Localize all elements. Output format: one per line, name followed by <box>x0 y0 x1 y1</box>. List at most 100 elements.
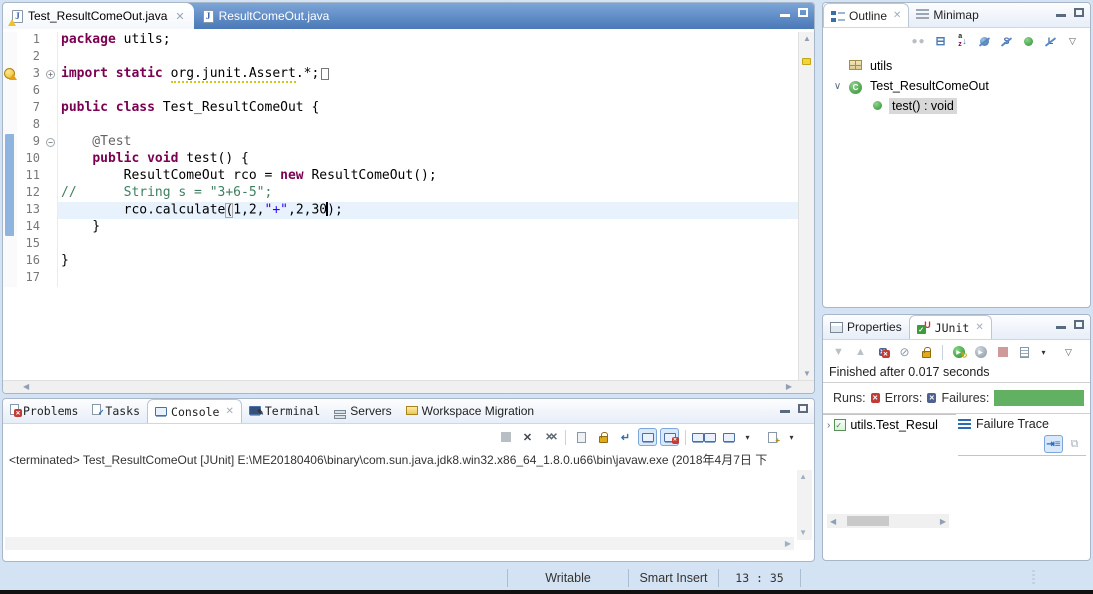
code-line[interactable]: 3 + import static org.junit.Assert.*; <box>3 66 814 83</box>
close-icon[interactable]: ✕ <box>975 322 983 333</box>
scroll-right-icon[interactable]: ▶ <box>785 539 791 548</box>
line-number[interactable]: 13 <box>17 202 44 219</box>
code-text[interactable]: @Test <box>58 134 814 151</box>
editor-margin[interactable] <box>3 253 17 270</box>
clear-console-icon[interactable] <box>572 428 591 446</box>
line-number[interactable]: 6 <box>17 83 44 100</box>
scroll-up-icon[interactable]: ▲ <box>799 472 807 481</box>
rerun-test-icon[interactable]: ▶ ↻ <box>949 343 968 361</box>
line-number[interactable]: 1 <box>17 32 44 49</box>
code-text[interactable] <box>58 236 814 253</box>
sort-icon[interactable]: a z ↓ <box>953 32 972 50</box>
console-vertical-scrollbar[interactable]: ▲ ▼ <box>797 470 812 540</box>
show-stdout-icon[interactable] <box>638 428 657 446</box>
scroll-down-icon[interactable]: ▼ <box>799 528 807 537</box>
chevron-right-icon[interactable]: › <box>827 420 830 431</box>
fold-column[interactable] <box>44 32 58 49</box>
editor-margin[interactable] <box>3 134 17 151</box>
code-text[interactable]: } <box>58 253 814 270</box>
editor-margin[interactable] <box>3 219 17 236</box>
code-line[interactable]: 17 <box>3 270 814 287</box>
minimize-icon[interactable] <box>780 410 790 413</box>
line-number[interactable]: 12 <box>17 185 44 202</box>
code-text[interactable]: package utils; <box>58 32 814 49</box>
test-suite-row[interactable]: › ✓ utils.Test_Resul <box>827 418 956 432</box>
scrollbar-thumb[interactable] <box>847 516 890 526</box>
minimize-icon[interactable] <box>1056 326 1066 329</box>
line-number[interactable]: 2 <box>17 49 44 66</box>
previous-failed-test-icon[interactable]: ▲ <box>851 343 870 361</box>
code-line[interactable]: 7 public class Test_ResultComeOut { <box>3 100 814 117</box>
editor-margin[interactable] <box>3 117 17 134</box>
code-line[interactable]: 8 <box>3 117 814 134</box>
tab-console[interactable]: Console ✕ <box>147 399 242 423</box>
chevron-down-icon[interactable]: ∨ <box>831 81 844 92</box>
editor-margin[interactable] <box>3 49 17 66</box>
minimize-icon[interactable] <box>1056 14 1066 17</box>
code-text[interactable]: ResultComeOut rco = new ResultComeOut(); <box>58 168 814 185</box>
quickfix-warning-icon[interactable] <box>4 68 17 80</box>
test-run-history-icon[interactable] <box>1015 343 1034 361</box>
menu-arrow-icon[interactable]: ▾ <box>785 428 804 446</box>
editor-margin[interactable] <box>3 100 17 117</box>
line-number[interactable]: 10 <box>17 151 44 168</box>
scroll-left-icon[interactable]: ◀ <box>23 382 29 391</box>
line-number[interactable]: 11 <box>17 168 44 185</box>
tab-minimap[interactable]: Minimap <box>909 3 985 27</box>
maximize-icon[interactable] <box>1074 8 1084 17</box>
minimize-icon[interactable] <box>780 14 790 17</box>
editor-margin[interactable] <box>3 32 17 49</box>
collapse-all-icon[interactable]: ⊟ <box>931 32 950 50</box>
hide-fields-icon[interactable] <box>975 32 994 50</box>
tab-problems[interactable]: ✕ Problems <box>3 399 85 423</box>
line-number[interactable]: 14 <box>17 219 44 236</box>
hide-non-public-icon[interactable] <box>1019 32 1038 50</box>
code-line[interactable]: 2 <box>3 49 814 66</box>
remove-launch-icon[interactable]: ✕ <box>518 428 537 446</box>
code-line[interactable]: 1 package utils; <box>3 32 814 49</box>
scroll-lock-icon[interactable] <box>917 343 936 361</box>
maximize-icon[interactable] <box>798 8 808 17</box>
code-text[interactable]: public void test() { <box>58 151 814 168</box>
code-text[interactable]: import static org.junit.Assert.*; <box>58 66 814 83</box>
code-line[interactable]: 6 <box>3 83 814 100</box>
close-icon[interactable]: ✕ <box>175 10 184 23</box>
scroll-lock-icon[interactable] <box>594 428 613 446</box>
folded-region-icon[interactable] <box>321 67 330 80</box>
fold-expand-icon[interactable]: + <box>46 70 55 79</box>
code-line[interactable]: 12 // String s = "3+6-5"; <box>3 185 814 202</box>
resize-grip[interactable] <box>1032 570 1035 585</box>
tab-workspace-migration[interactable]: Workspace Migration <box>399 399 542 423</box>
close-icon[interactable]: ✕ <box>893 10 901 21</box>
code-text[interactable] <box>58 83 814 100</box>
rerun-failed-first-icon[interactable]: ▶ <box>971 343 990 361</box>
fold-column[interactable] <box>44 83 58 100</box>
fold-column[interactable] <box>44 151 58 168</box>
tab-servers[interactable]: Servers <box>327 399 398 423</box>
line-number[interactable]: 3 <box>17 66 44 83</box>
fold-column[interactable] <box>44 49 58 66</box>
code-line[interactable]: 15 <box>3 236 814 253</box>
fold-column[interactable] <box>44 253 58 270</box>
editor-tab-test-resultcomeout[interactable]: J Test_ResultComeOut.java ✕ <box>3 3 194 29</box>
open-console-icon[interactable]: + <box>763 428 782 446</box>
line-number[interactable]: 9 <box>17 134 44 151</box>
line-number[interactable]: 8 <box>17 117 44 134</box>
code-text[interactable]: rco.calculate(1,2,"+",2,30); <box>58 202 814 219</box>
line-number[interactable]: 7 <box>17 100 44 117</box>
warning-marker[interactable] <box>802 58 811 65</box>
remove-all-launches-icon[interactable]: ✕✕ <box>540 428 559 446</box>
code-line[interactable]: 16} <box>3 253 814 270</box>
maximize-icon[interactable] <box>798 404 808 413</box>
next-failed-test-icon[interactable]: ▼ <box>829 343 848 361</box>
scroll-down-icon[interactable]: ▼ <box>799 369 814 378</box>
tab-junit[interactable]: U ✓ JUnit ✕ <box>908 315 992 339</box>
tab-tasks[interactable]: ✓ Tasks <box>85 399 147 423</box>
outline-item-test-resultcomeout[interactable]: ∨ C Test_ResultComeOut <box>823 76 1090 96</box>
line-number[interactable]: 17 <box>17 270 44 287</box>
code-text[interactable]: // String s = "3+6-5"; <box>58 185 814 202</box>
editor-margin[interactable] <box>3 270 17 287</box>
code-editor[interactable]: 1 package utils; 2 3 + import static org.juni… <box>3 29 814 380</box>
fold-column[interactable] <box>44 270 58 287</box>
fold-column[interactable] <box>44 100 58 117</box>
